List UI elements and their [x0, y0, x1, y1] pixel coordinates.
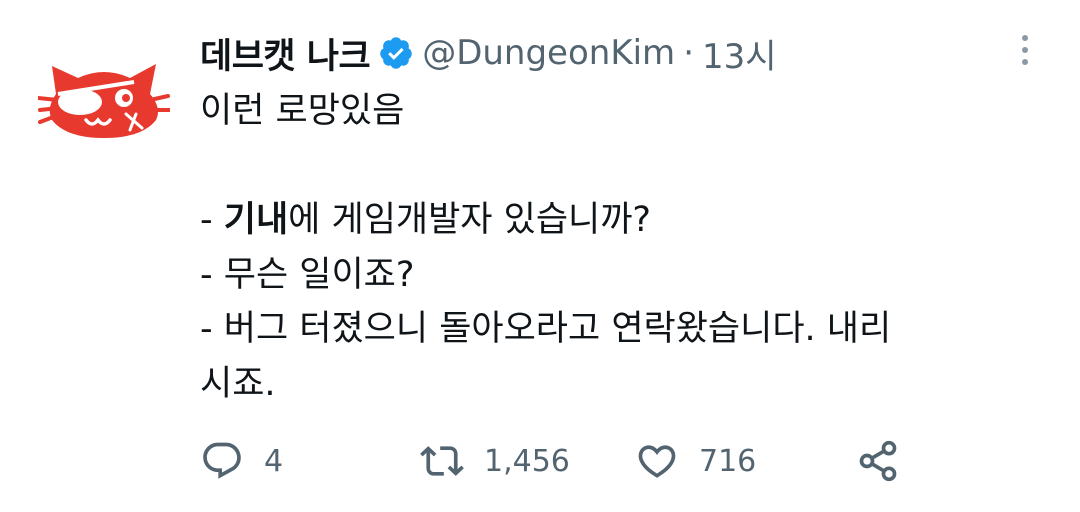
more-options-button[interactable]: [1010, 30, 1040, 70]
heart-icon: [638, 445, 676, 478]
line-rest-text: 에 게임개발자 있습니까?: [288, 200, 652, 240]
separator-dot: ·: [683, 33, 694, 73]
tweet-text: 이런 로망있음 - 기내에 게임개발자 있습니까? - 무슨 일이죠? - 버그…: [200, 84, 1050, 411]
tweet-header: 데브캣 나크 @DungeonKim · 13시: [200, 28, 777, 78]
retweet-count: 1,456: [484, 443, 570, 479]
retweet-icon: [420, 446, 464, 476]
reply-icon: [203, 442, 241, 479]
tweet-text-line: 이런 로망있음: [200, 91, 405, 131]
reply-button[interactable]: 4: [200, 436, 283, 486]
timestamp[interactable]: 13시: [702, 29, 777, 78]
more-vertical-icon: [1022, 35, 1028, 65]
tweet-text-line: - 기내에 게임개발자 있습니까?: [200, 193, 1050, 248]
share-button[interactable]: [856, 436, 900, 486]
reply-count: 4: [264, 443, 284, 479]
user-handle[interactable]: @DungeonKim: [422, 33, 675, 73]
tweet: 데브캣 나크 @DungeonKim · 13시 이런 로망있음 - 기내에 게…: [0, 0, 1080, 512]
retweet-button[interactable]: 1,456: [420, 436, 570, 486]
tweet-text-line: 시죠.: [200, 363, 276, 404]
tweet-text-line: - 무슨 일이죠?: [200, 254, 415, 295]
share-icon: [859, 440, 897, 482]
dash-text: -: [200, 200, 224, 240]
like-count: 716: [699, 443, 757, 479]
bold-text: 기내: [223, 200, 289, 240]
avatar[interactable]: [36, 48, 172, 140]
display-name[interactable]: 데브캣 나크: [200, 28, 371, 79]
tweet-text-line: - 버그 터졌으니 돌아오라고 연락왔습니다. 내리: [200, 309, 892, 349]
verified-badge-icon: [378, 35, 414, 71]
cat-eyepatch-avatar-icon: [36, 64, 172, 138]
action-bar: 4 1,456 716: [200, 436, 960, 486]
like-button[interactable]: 716: [635, 436, 756, 486]
tweet-text-blank-line: [200, 139, 1050, 194]
